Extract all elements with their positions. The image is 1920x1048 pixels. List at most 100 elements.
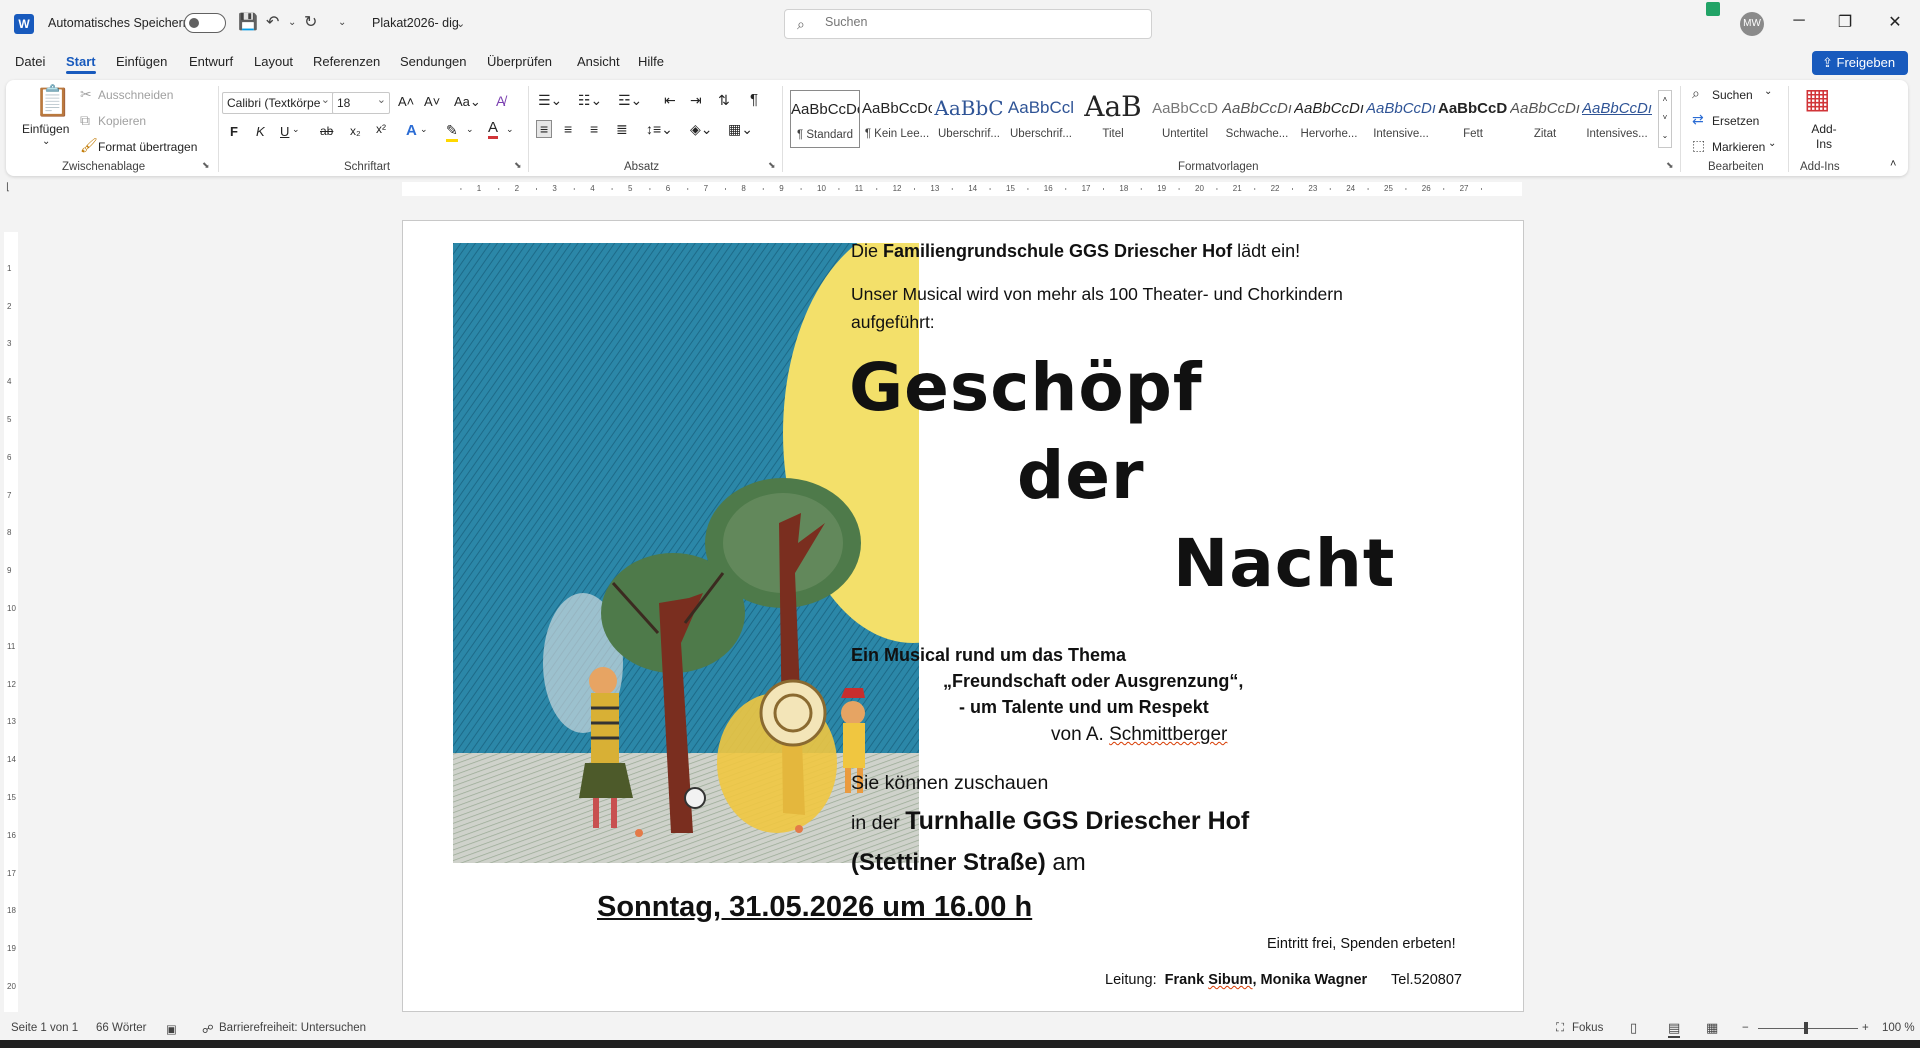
styles-gallery-scroll[interactable]: ˄ ˅ ⌄	[1658, 90, 1672, 148]
style-fett[interactable]: AaBbCcDı Fett	[1438, 90, 1508, 148]
style-standard[interactable]: AaBbCcDc ¶ Standard	[790, 90, 860, 148]
highlight-chevron-icon[interactable]: ⌄	[466, 124, 474, 135]
highlight-icon[interactable]: ✎	[446, 122, 458, 142]
zoom-out-icon[interactable]: −	[1742, 1022, 1749, 1034]
addins-icon[interactable]: ▦	[1804, 82, 1830, 115]
select-chevron-icon[interactable]: ⌄	[1768, 138, 1776, 149]
bullets-icon[interactable]: ☰⌄	[538, 92, 562, 109]
undo-icon[interactable]: ↶	[266, 13, 279, 33]
avatar[interactable]: MW	[1740, 12, 1764, 36]
gallery-down-icon[interactable]: ˅	[1659, 109, 1671, 127]
tab-datei[interactable]: Datei	[15, 54, 45, 69]
bold-button[interactable]: F	[230, 124, 238, 139]
font-size-select[interactable]: 18	[332, 92, 390, 114]
underline-button[interactable]: U	[280, 124, 289, 139]
format-painter-button[interactable]: Format übertragen	[98, 140, 197, 154]
share-button[interactable]: ⇪ Freigeben ⌄	[1812, 51, 1908, 94]
font-color-chevron-icon[interactable]: ⌄	[506, 124, 514, 135]
replace-button[interactable]: Ersetzen	[1712, 114, 1759, 128]
style-hervorhebung[interactable]: AaBbCcDı Hervorhe...	[1294, 90, 1364, 148]
tab-selector-icon[interactable]: ⌊	[6, 182, 10, 193]
tab-referenzen[interactable]: Referenzen	[313, 54, 380, 69]
close-icon[interactable]: ✕	[1872, 12, 1918, 32]
sort-icon[interactable]: ⇅	[718, 92, 730, 109]
restore-icon[interactable]: ❐	[1822, 12, 1868, 32]
italic-button[interactable]: K	[256, 124, 265, 139]
style-ueberschrift-2[interactable]: AaBbCcl Überschrif...	[1006, 90, 1076, 148]
font-color-icon[interactable]: A	[488, 120, 499, 139]
document-name[interactable]: Plakat2026- dig	[372, 16, 459, 30]
numbering-icon[interactable]: ☷⌄	[578, 92, 602, 109]
multilevel-list-icon[interactable]: ☲⌄	[618, 92, 642, 109]
paste-icon[interactable]: 📋	[34, 84, 71, 119]
style-kein-leerraum[interactable]: AaBbCcDc ¶ Kein Lee...	[862, 90, 932, 148]
horizontal-ruler[interactable]: 1 2 3 4 5 6 7 8 9 10 11 12 13 14 15 16 17 18 19 20 21 22 23 24 2…	[402, 182, 1522, 196]
underline-chevron-icon[interactable]: ⌄	[292, 124, 300, 135]
copy-button[interactable]: Kopieren	[98, 114, 146, 128]
grow-font-icon[interactable]: A˄	[398, 94, 414, 109]
save-icon[interactable]: 💾	[238, 13, 258, 33]
tab-ansicht[interactable]: Ansicht	[577, 54, 620, 69]
tab-start[interactable]: Start	[66, 54, 96, 74]
style-intensive-hervorhebung[interactable]: AaBbCcDı Intensive...	[1366, 90, 1436, 148]
zoom-in-icon[interactable]: +	[1862, 1022, 1869, 1034]
superscript-icon[interactable]: x²	[376, 122, 386, 136]
accessibility-status[interactable]: Barrierefreiheit: Untersuchen	[219, 1022, 366, 1034]
tab-ueberpruefen[interactable]: Überprüfen	[487, 54, 552, 69]
style-untertitel[interactable]: AaBbCcD Untertitel	[1150, 90, 1220, 148]
change-case-icon[interactable]: Aa⌄	[454, 94, 481, 110]
gallery-more-icon[interactable]: ⌄	[1659, 127, 1671, 145]
redo-icon[interactable]: ↻	[304, 13, 317, 33]
style-schwache-hervorhebung[interactable]: AaBbCcDı Schwache...	[1222, 90, 1292, 148]
find-button[interactable]: Suchen	[1712, 88, 1753, 102]
paste-button[interactable]: Einfügen	[22, 122, 69, 136]
addins-button[interactable]: Add-Ins	[1806, 122, 1842, 152]
tab-sendungen[interactable]: Sendungen	[400, 54, 467, 69]
clipboard-launcher-icon[interactable]: ⬊	[202, 160, 210, 171]
strikethrough-button[interactable]: ab	[320, 124, 333, 138]
style-zitat[interactable]: AaBbCcDı Zitat	[1510, 90, 1580, 148]
cut-button[interactable]: Ausschneiden	[98, 88, 173, 102]
zoom-level[interactable]: 100 %	[1882, 1022, 1915, 1034]
subscript-icon[interactable]: x₂	[350, 124, 361, 138]
styles-launcher-icon[interactable]: ⬊	[1666, 160, 1674, 171]
style-ueberschrift-1[interactable]: AaBbC Überschrif...	[934, 90, 1004, 148]
align-left-icon[interactable]: ≡	[536, 120, 553, 138]
collapse-ribbon-icon[interactable]: ˄	[1890, 158, 1896, 170]
read-mode-icon[interactable]: ▯	[1630, 1020, 1637, 1036]
font-launcher-icon[interactable]: ⬊	[514, 160, 522, 171]
undo-dropdown-icon[interactable]: ⌄	[288, 13, 296, 33]
increase-indent-icon[interactable]: ⇥	[690, 92, 702, 109]
align-right-icon[interactable]: ≡	[590, 121, 598, 137]
show-formatting-icon[interactable]: ¶	[750, 91, 758, 108]
text-effects-icon[interactable]: A	[406, 122, 417, 139]
search-input[interactable]	[825, 15, 1125, 29]
focus-button[interactable]: Fokus	[1572, 1022, 1603, 1034]
borders-icon[interactable]: ▦⌄	[728, 121, 753, 138]
justify-icon[interactable]: ≣	[616, 121, 628, 138]
notification-badge-icon[interactable]	[1706, 2, 1720, 16]
line-spacing-icon[interactable]: ↕≡⌄	[646, 121, 673, 138]
document-page[interactable]: Die Familiengrundschule GGS Driescher Ho…	[402, 220, 1524, 1012]
print-layout-icon[interactable]: ▤	[1668, 1020, 1681, 1038]
tab-layout[interactable]: Layout	[254, 54, 293, 69]
zoom-slider-handle[interactable]	[1804, 1022, 1808, 1034]
shrink-font-icon[interactable]: A˅	[424, 94, 440, 109]
paragraph-launcher-icon[interactable]: ⬊	[768, 160, 776, 171]
vertical-ruler[interactable]: 1 2 3 4 5 6 7 8 9 10 11 12 13 14 15 16 17 18 19 20	[4, 232, 18, 1012]
font-name-select[interactable]: Calibri (Textkörpe	[222, 92, 334, 114]
select-button[interactable]: Markieren	[1712, 140, 1765, 154]
customize-toolbar-icon[interactable]: ⌄	[338, 13, 346, 33]
web-layout-icon[interactable]: ▦	[1706, 1020, 1718, 1036]
tab-hilfe[interactable]: Hilfe	[638, 54, 664, 69]
align-center-icon[interactable]: ≡	[564, 121, 572, 137]
proofing-icon[interactable]: ▣	[166, 1022, 177, 1036]
minimize-icon[interactable]: ─	[1776, 12, 1822, 30]
paste-chevron-icon[interactable]: ⌄	[42, 136, 50, 147]
page-count[interactable]: Seite 1 von 1	[11, 1022, 78, 1034]
search-box[interactable]: ⌕	[784, 9, 1152, 39]
document-name-chevron-icon[interactable]: ⌄	[456, 14, 465, 34]
tab-entwurf[interactable]: Entwurf	[189, 54, 233, 69]
text-effects-chevron-icon[interactable]: ⌄	[420, 124, 428, 135]
shading-icon[interactable]: ◈⌄	[690, 121, 713, 138]
